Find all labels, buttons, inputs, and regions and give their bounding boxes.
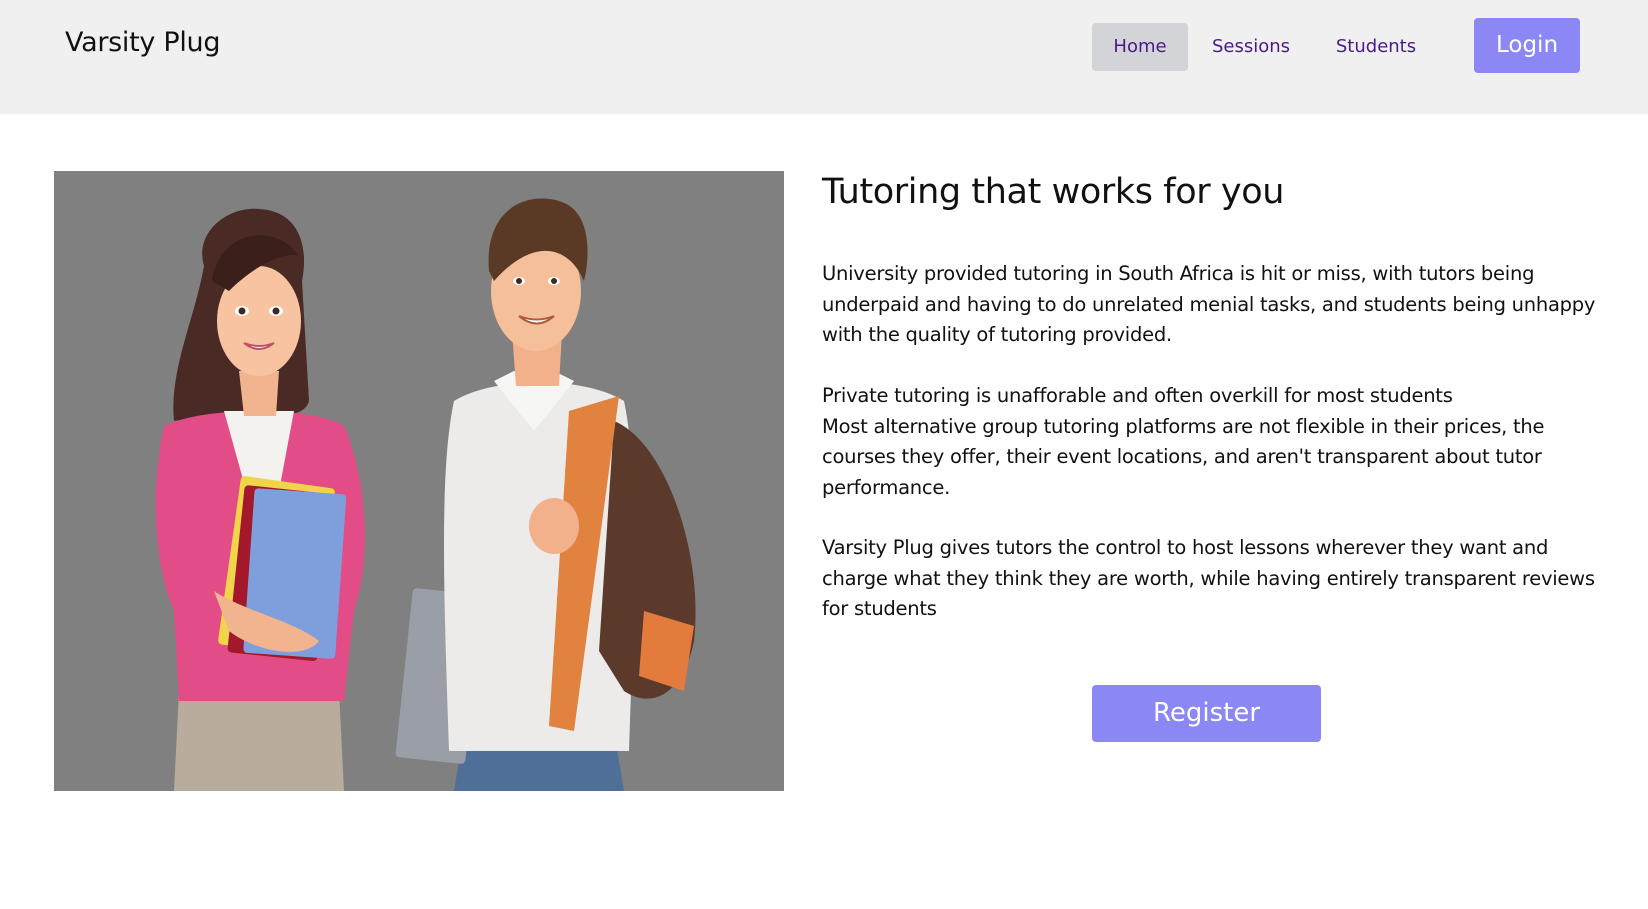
login-button[interactable]: Login [1474,18,1580,73]
hero-paragraph-3: Varsity Plug gives tutors the control to… [822,536,1595,620]
students-illustration-svg [54,171,784,791]
hero-paragraph-2-line-1: Private tutoring is unafforable and ofte… [822,384,1453,407]
nav-link-students[interactable]: Students [1326,23,1426,71]
navbar: Varsity Plug Home Sessions Students Logi… [0,0,1648,114]
hero-paragraph-1: University provided tutoring in South Af… [822,262,1596,346]
students-illustration-icon [54,171,784,791]
brand-logo-text[interactable]: Varsity Plug [65,27,220,58]
register-button[interactable]: Register [1092,685,1321,742]
hero-title: Tutoring that works for you [822,172,1285,212]
hero-paragraph-2-line-2: Most alternative group tutoring platform… [822,414,1545,499]
nav-link-sessions[interactable]: Sessions [1201,23,1301,71]
hero-paragraph-2: Private tutoring is unafforable and ofte… [822,381,1602,503]
nav-link-home[interactable]: Home [1092,23,1188,71]
